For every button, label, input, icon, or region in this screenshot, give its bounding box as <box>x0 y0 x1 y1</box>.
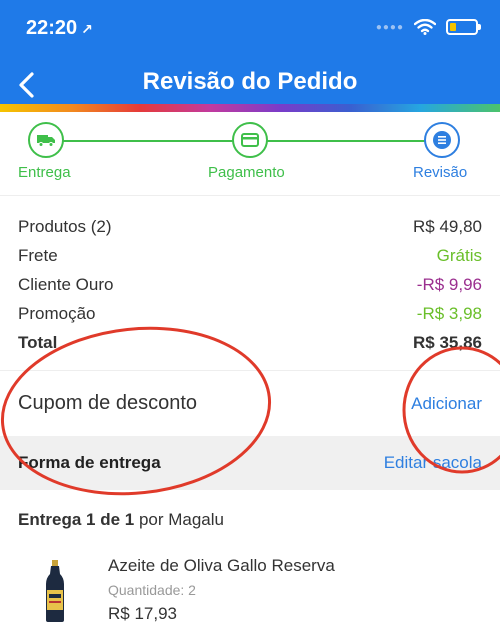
total-value: R$ 35,86 <box>413 332 482 352</box>
rainbow-strip <box>0 104 500 112</box>
list-icon <box>433 131 451 149</box>
summary-row-total: Total R$ 35,86 <box>0 328 500 357</box>
summary-row-gold: Cliente Ouro -R$ 9,96 <box>0 270 500 299</box>
step-pagamento[interactable] <box>232 122 268 158</box>
step-label-pagamento: Pagamento <box>208 164 285 181</box>
shipment-info: Entrega 1 de 1 por Magalu <box>18 510 224 530</box>
product-item[interactable]: Azeite de Oliva Gallo Reserva Quantidade… <box>0 548 500 634</box>
step-revisao[interactable] <box>424 122 460 158</box>
summary-row-shipping: Frete Grátis <box>0 241 500 270</box>
products-label: Produtos (2) <box>18 216 112 236</box>
promo-label: Promoção <box>18 303 96 323</box>
battery-level <box>450 23 456 31</box>
coupon-row: Cupom de desconto Adicionar <box>0 370 500 436</box>
step-label-revisao: Revisão <box>413 164 468 181</box>
shipment-count: Entrega 1 de 1 <box>18 510 135 529</box>
step-label-entrega: Entrega <box>18 164 71 181</box>
status-indicators: ●●●● <box>375 19 481 35</box>
card-icon <box>241 133 259 147</box>
status-time: 22:20 ↗ <box>26 17 93 40</box>
product-name: Azeite de Oliva Gallo Reserva <box>108 556 335 575</box>
products-value: R$ 49,80 <box>413 216 482 236</box>
order-summary: Produtos (2) R$ 49,80 Frete Grátis Clien… <box>0 212 500 357</box>
promo-value: -R$ 3,98 <box>416 303 482 323</box>
status-time-text: 22:20 <box>26 17 78 39</box>
wifi-icon <box>414 19 436 35</box>
olive-oil-bottle-image <box>46 560 64 622</box>
summary-row-products: Produtos (2) R$ 49,80 <box>0 212 500 241</box>
gold-value: -R$ 9,96 <box>416 274 482 294</box>
cellular-signal-icon: ●●●● <box>375 21 404 33</box>
gold-label: Cliente Ouro <box>18 274 114 294</box>
delivery-section-header: Forma de entrega Editar sacola <box>0 436 500 490</box>
product-quantity: Quantidade: 2 <box>108 582 196 598</box>
shipping-label: Frete <box>18 245 58 265</box>
coupon-label: Cupom de desconto <box>18 392 198 414</box>
edit-bag-link[interactable]: Editar sacola <box>384 453 482 473</box>
step-connector-1 <box>46 140 250 142</box>
truck-icon <box>37 135 55 147</box>
total-label: Total <box>18 332 58 352</box>
product-price: R$ 17,93 <box>108 604 177 623</box>
battery-icon <box>446 19 481 35</box>
summary-row-promo: Promoção -R$ 3,98 <box>0 299 500 328</box>
step-entrega[interactable] <box>28 122 64 158</box>
page-title: Revisão do Pedido <box>142 68 358 95</box>
shipment-seller: por Magalu <box>134 510 224 529</box>
location-arrow-icon: ↗ <box>81 21 93 37</box>
shipping-value: Grátis <box>436 245 482 265</box>
top-app-bar: 22:20 ↗ ●●●● Revisão do Pedido <box>0 0 500 104</box>
add-coupon-link[interactable]: Adicionar <box>411 394 482 414</box>
checkout-stepper: Entrega Pagamento Revisão <box>0 112 500 196</box>
delivery-title: Forma de entrega <box>18 453 161 472</box>
